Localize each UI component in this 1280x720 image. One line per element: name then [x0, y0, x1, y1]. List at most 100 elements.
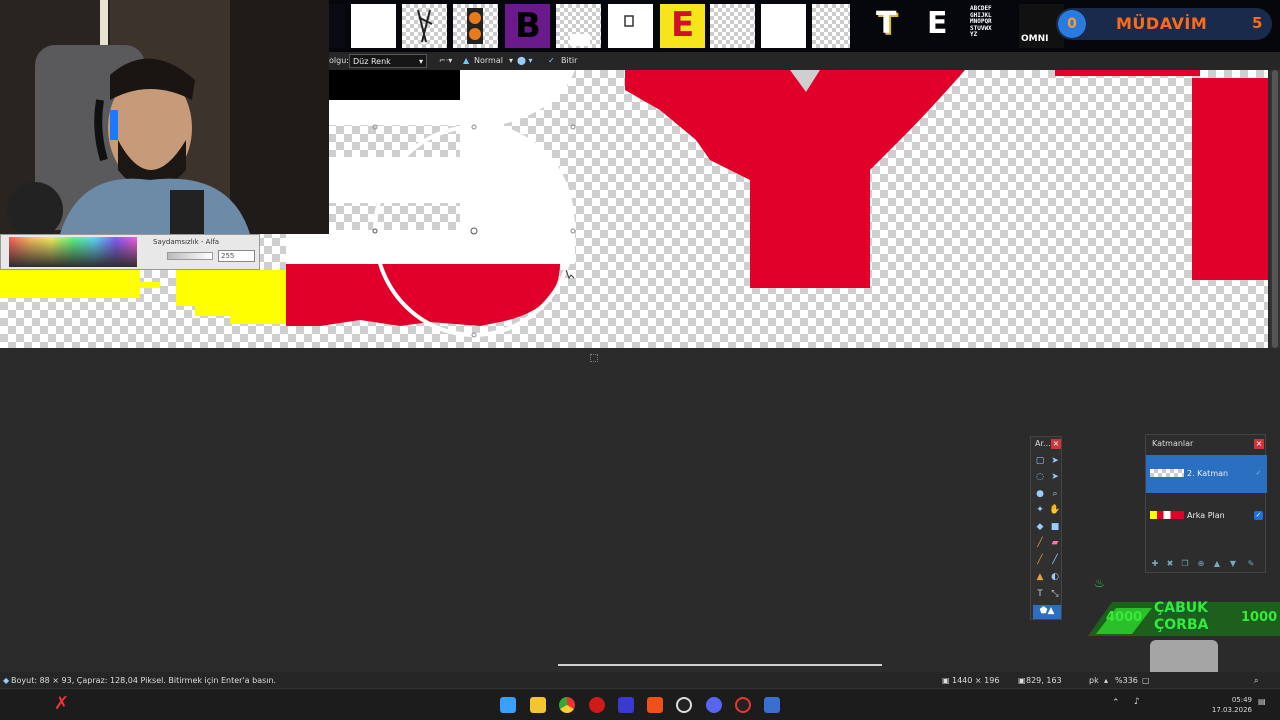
move-layer-down-icon[interactable]: ▼	[1228, 559, 1238, 569]
gradient-icon[interactable]: ◐	[1049, 571, 1061, 583]
font-thumb-4[interactable]	[453, 4, 498, 48]
stream-app-icon[interactable]	[735, 697, 751, 713]
font-thumb-5[interactable]: B	[505, 4, 550, 48]
cursor-position: 829, 163	[1026, 676, 1062, 685]
magic-wand-icon[interactable]: ✦	[1034, 504, 1046, 516]
layers-panel-title: Katmanlar	[1152, 439, 1194, 448]
thumb-block	[570, 34, 590, 46]
font-thumb-6[interactable]	[556, 4, 601, 48]
font-thumb-10[interactable]	[761, 4, 806, 48]
opera-icon[interactable]	[589, 697, 605, 713]
layer-properties-icon[interactable]: ✎	[1246, 559, 1256, 569]
chevron-up-icon: ▴	[1104, 676, 1109, 685]
paint-net-icon[interactable]	[764, 697, 780, 713]
font-thumb-11[interactable]	[812, 4, 850, 48]
chatgpt-icon[interactable]	[676, 697, 692, 713]
thumb-glyph-icon	[624, 15, 634, 27]
eraser-icon[interactable]: ▰	[1049, 537, 1061, 549]
font-thumb-2[interactable]	[351, 4, 396, 48]
font-thumb-14[interactable]: ABCDEF GHIJKL MNOPQR STUVWX YZ	[968, 4, 1013, 48]
font-thumb-1[interactable]	[329, 4, 345, 48]
red-band	[286, 264, 560, 326]
layer-visibility-checkbox[interactable]: ✓	[1254, 511, 1263, 520]
lasso-select-icon[interactable]: ◌	[1034, 471, 1046, 483]
finish-button[interactable]: Bitir	[561, 56, 577, 65]
add-layer-icon[interactable]: ✚	[1150, 559, 1160, 569]
microphone-icon[interactable]: ♪	[1134, 697, 1140, 707]
close-icon[interactable]: ×	[1254, 439, 1264, 449]
scroll-thumb[interactable]	[1272, 70, 1278, 348]
shape-status-icon: ◆	[3, 676, 10, 685]
close-icon[interactable]: ×	[1051, 439, 1061, 449]
alpha-slider[interactable]	[167, 252, 213, 260]
antialias-icon[interactable]: ⌐·▾	[439, 56, 452, 65]
tools-panel-title: Ar...	[1035, 439, 1051, 448]
brave-icon[interactable]	[647, 697, 663, 713]
color-swatch-grid[interactable]	[9, 237, 137, 267]
pencil-icon[interactable]: ╱	[1034, 554, 1046, 566]
text-icon[interactable]: T	[1034, 588, 1046, 600]
blend-mode-select[interactable]: Normal	[474, 56, 503, 65]
paintbrush-icon[interactable]: ╱	[1034, 537, 1046, 549]
paint-net-tray-icon[interactable]: ✗	[54, 693, 69, 714]
clock[interactable]: 05:49 17.03.2026	[1200, 695, 1252, 715]
taskbar: ✗ ⌃ ♪ 05:49 17.03.2026 ▤	[0, 688, 1280, 720]
layer-name: 2. Katman	[1187, 469, 1229, 478]
corba-title-block: ÇABUK ÇORBA	[1154, 600, 1208, 634]
alpha-input[interactable]: 255	[218, 250, 255, 262]
black-band	[329, 70, 460, 100]
units-select[interactable]: pk	[1089, 676, 1099, 685]
zoom-window-icon[interactable]: ▢	[1142, 676, 1150, 685]
recolor-icon[interactable]: ╱	[1049, 554, 1061, 566]
resize-handle-icon[interactable]	[590, 354, 598, 362]
font-thumb-9[interactable]	[710, 4, 755, 48]
font-thumb-12[interactable]: T	[864, 4, 909, 48]
app-icon[interactable]	[618, 697, 634, 713]
line-curve-icon[interactable]: ⤡	[1049, 588, 1061, 600]
zoom-icon[interactable]: ⌕	[1049, 488, 1061, 500]
b-glyph-icon	[467, 8, 483, 44]
start-icon[interactable]	[500, 697, 516, 713]
mudavim-badge: 0 MÜDAVİM 5	[1056, 8, 1272, 40]
font-thumb-8[interactable]: E	[660, 4, 705, 48]
mudavim-right-count: 5	[1252, 14, 1263, 32]
move-layer-up-icon[interactable]: ▲	[1212, 559, 1222, 569]
duplicate-layer-icon[interactable]: ❐	[1180, 559, 1190, 569]
layer-row-arka-plan[interactable]: Arka Plan ✓	[1146, 497, 1267, 535]
ellipse-select-icon[interactable]: ●	[1034, 488, 1046, 500]
layer-row-2-katman[interactable]: 2. Katman ✓	[1146, 455, 1267, 493]
color-picker-icon[interactable]: ■	[1049, 521, 1061, 533]
pan-icon[interactable]: ✋	[1049, 504, 1061, 516]
fill-mode-value: Düz Renk	[353, 57, 391, 66]
delete-layer-icon[interactable]: ✖	[1165, 559, 1175, 569]
notification-icon[interactable]: ▤	[1258, 697, 1268, 707]
paint-bucket-icon[interactable]: ◆	[1034, 521, 1046, 533]
vertical-scrollbar[interactable]	[1270, 70, 1280, 348]
layer-visibility-checkbox[interactable]: ✓	[1254, 469, 1263, 478]
shapes-icon[interactable]: ⬟▲	[1033, 605, 1061, 619]
font-thumb-13[interactable]: E	[916, 4, 961, 48]
handle-point	[570, 124, 576, 130]
tray-chevron-icon[interactable]: ⌃	[1112, 698, 1120, 708]
zoom-level[interactable]: %336	[1115, 676, 1138, 685]
webcam-overlay	[0, 0, 329, 234]
discord-icon[interactable]	[706, 697, 722, 713]
move-selection-icon[interactable]: ➤	[1049, 455, 1061, 467]
horizontal-scrollbar[interactable]	[558, 664, 882, 666]
image-size-icon: ▣	[942, 676, 950, 685]
clock-time: 05:49	[1231, 696, 1252, 704]
steam-icon: ♨	[1094, 576, 1105, 590]
zoom-in-icon[interactable]: ⌕	[1254, 676, 1258, 686]
font-thumb-7[interactable]	[608, 4, 653, 48]
shape-options-icon[interactable]: ⬤ ▾	[517, 56, 533, 65]
tools-panel: Ar... × ▢ ➤ ◌ ➤ ● ⌕ ✦ ✋ ◆ ■ ╱ ▰ ╱ ╱ ▲ ◐ …	[1030, 436, 1062, 620]
rectangle-select-icon[interactable]: ▢	[1034, 455, 1046, 467]
merge-layer-icon[interactable]: ⊕	[1196, 559, 1206, 569]
chrome-icon[interactable]	[559, 697, 575, 713]
move-selected-icon[interactable]: ➤	[1049, 471, 1061, 483]
file-explorer-icon[interactable]	[530, 697, 546, 713]
font-thumb-3[interactable]	[402, 4, 447, 48]
fill-mode-select[interactable]: Düz Renk ▾	[349, 54, 427, 68]
clone-stamp-icon[interactable]: ▲	[1034, 571, 1046, 583]
thumb-omni-label: OMNI	[1021, 34, 1049, 44]
